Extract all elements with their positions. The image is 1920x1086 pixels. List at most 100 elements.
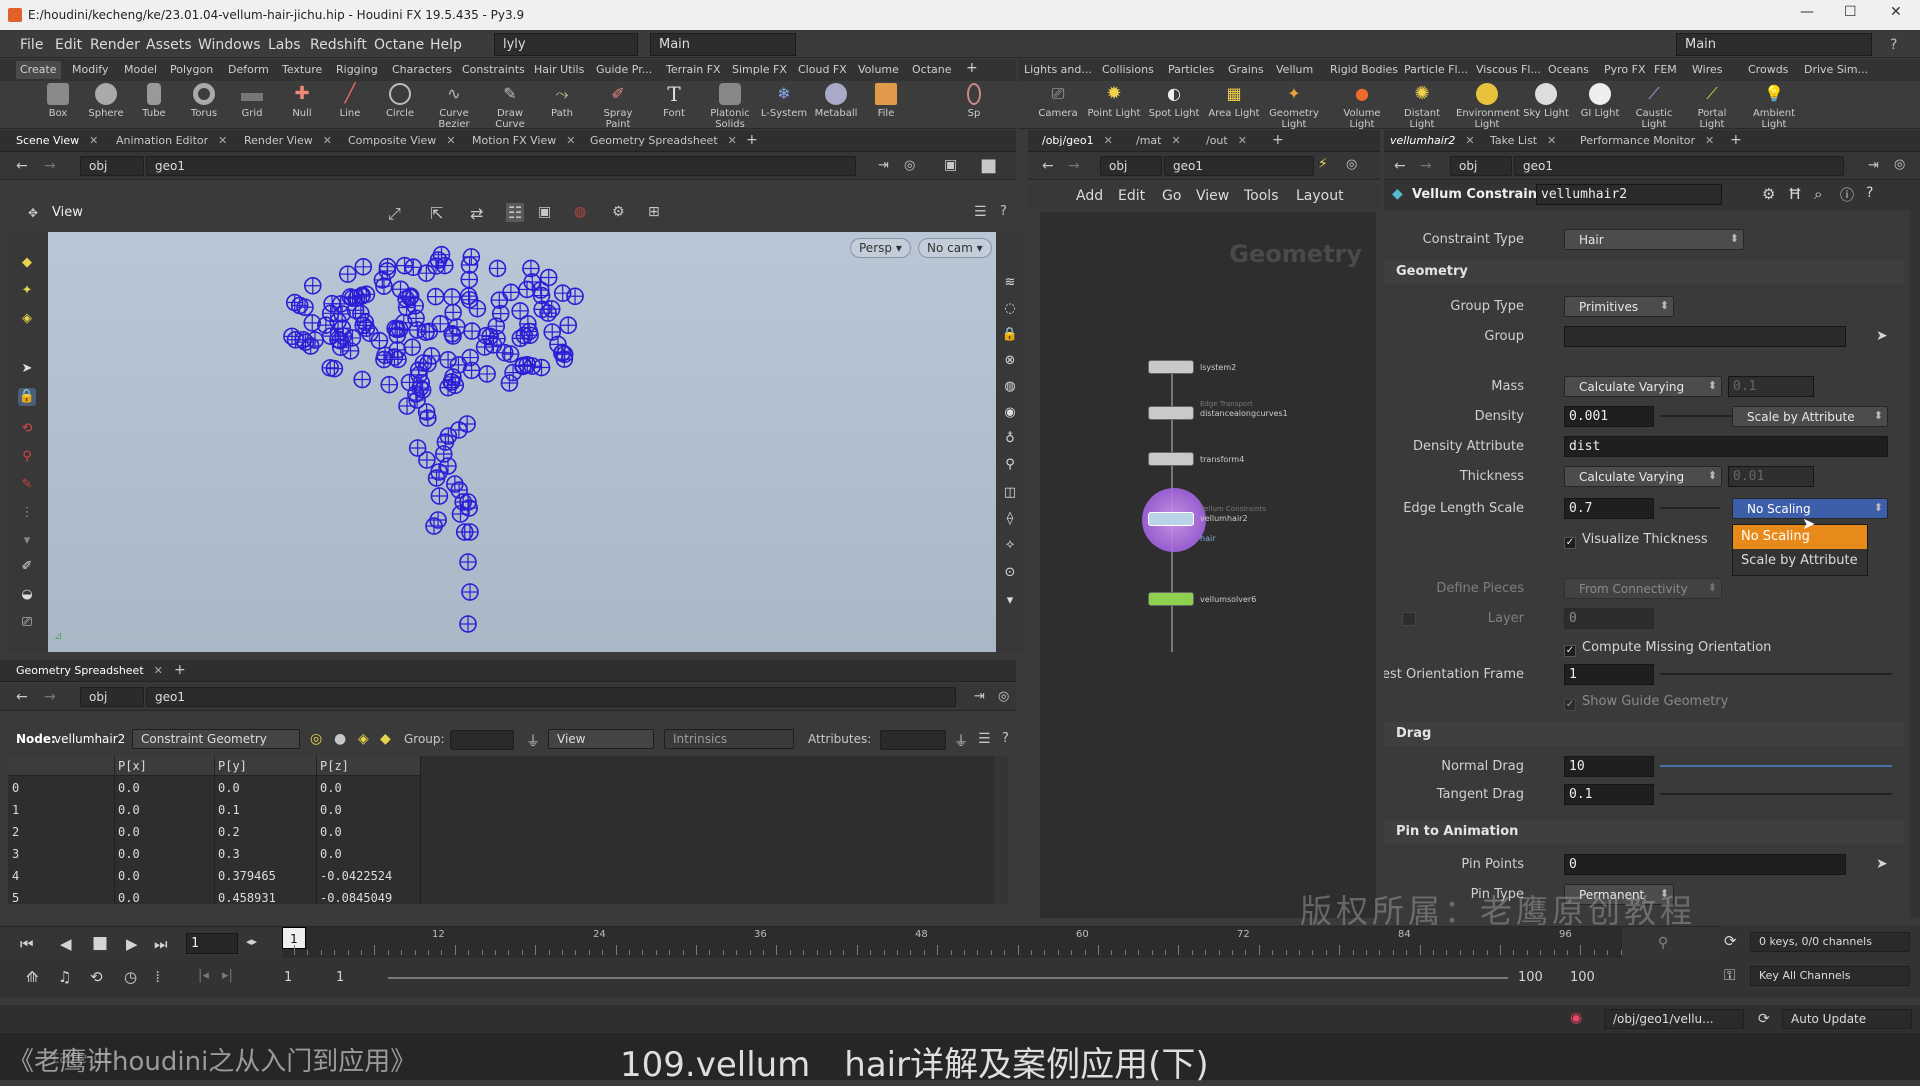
- play-reverse-icon[interactable]: ◀: [60, 935, 72, 953]
- menu-assets[interactable]: Assets: [146, 37, 192, 53]
- shelf-tab[interactable]: Texture: [282, 63, 322, 76]
- normal-drag-field[interactable]: 10: [1564, 756, 1654, 777]
- node-vellumsolver6[interactable]: [1148, 592, 1194, 606]
- fps-icon[interactable]: ◷: [124, 968, 137, 986]
- path-geo1[interactable]: geo1: [146, 156, 856, 176]
- shelf-tab[interactable]: Oceans: [1548, 63, 1589, 76]
- point-light-tool[interactable]: ✹ Point Light: [1086, 83, 1142, 119]
- tab-mat[interactable]: /mat ✕: [1136, 134, 1181, 147]
- lock-camera-icon[interactable]: 🔒: [1001, 326, 1019, 344]
- vertices-filter-icon[interactable]: ●: [334, 731, 346, 747]
- path-geo1[interactable]: geo1: [1514, 156, 1844, 176]
- back-icon[interactable]: ←: [16, 689, 28, 705]
- more-icon[interactable]: ▾: [18, 532, 36, 550]
- pin-icon[interactable]: ⇥: [974, 689, 985, 704]
- close-icon[interactable]: ✕: [1238, 134, 1247, 147]
- shelf-tab[interactable]: Guide Pr...: [596, 63, 652, 76]
- path-obj[interactable]: obj: [1100, 156, 1162, 176]
- current-frame-field[interactable]: 1: [186, 933, 238, 954]
- gi-light-tool[interactable]: GI Light: [1572, 83, 1628, 119]
- shelf-tab[interactable]: Drive Sim...: [1804, 63, 1868, 76]
- compute-orientation-checkbox[interactable]: ✓ Compute Missing Orientation: [1564, 640, 1771, 657]
- status-path[interactable]: /obj/geo1/vellu...: [1604, 1009, 1744, 1029]
- spray-paint-tool[interactable]: ✐ Spray Paint: [590, 83, 646, 130]
- forward-icon[interactable]: →: [1420, 158, 1432, 174]
- play-icon[interactable]: ▶: [126, 935, 138, 953]
- constraint-type-select[interactable]: Hair: [1564, 229, 1744, 250]
- close-button[interactable]: ✕: [1890, 4, 1902, 20]
- distant-light-tool[interactable]: ✺ Distant Light: [1394, 83, 1450, 130]
- select-mode-icon[interactable]: ☷: [506, 203, 525, 222]
- add-tab-icon[interactable]: +: [746, 132, 758, 148]
- rotate-icon[interactable]: ◈: [18, 310, 36, 328]
- maximize-pane-icon[interactable]: ■: [980, 155, 997, 176]
- pose-icon[interactable]: ⚲: [18, 448, 36, 466]
- table-row[interactable]: 5 0.0 0.458931 -0.0845049: [8, 888, 994, 910]
- handle-tool-icon[interactable]: ⟲: [18, 420, 36, 438]
- sp-tool[interactable]: Sp: [954, 83, 994, 119]
- ghost-icon[interactable]: ⊗: [1001, 352, 1019, 370]
- loop-icon[interactable]: ⟲: [90, 968, 103, 986]
- node-vellumhair2[interactable]: [1148, 512, 1194, 526]
- back-icon[interactable]: ←: [1394, 158, 1406, 174]
- layer-field[interactable]: 0: [1564, 608, 1654, 629]
- range-start[interactable]: 1: [284, 970, 292, 985]
- view-icon[interactable]: ✥: [28, 206, 38, 220]
- tab-performance-monitor[interactable]: Performance Monitor ✕: [1580, 134, 1714, 147]
- transform-icon[interactable]: ⇄: [470, 204, 483, 223]
- option-no-scaling[interactable]: No Scaling: [1733, 525, 1867, 549]
- template-icon[interactable]: ⚲: [1001, 456, 1019, 474]
- hda-icon[interactable]: Ħ: [1788, 185, 1802, 203]
- primitives-filter-icon[interactable]: ◈: [358, 731, 369, 747]
- shelf-tab[interactable]: Deform: [228, 63, 269, 76]
- menu-help[interactable]: Help: [430, 37, 462, 53]
- mass-select[interactable]: Calculate Varying: [1564, 376, 1722, 397]
- range-end[interactable]: 100: [1518, 970, 1543, 985]
- intrinsics-select[interactable]: Intrinsics: [664, 729, 794, 749]
- add-tab-icon[interactable]: +: [174, 662, 186, 678]
- metaball-tool[interactable]: Metaball: [808, 83, 864, 119]
- shelf-tab[interactable]: Grains: [1228, 63, 1264, 76]
- forward-icon[interactable]: →: [44, 158, 56, 174]
- next-key-icon[interactable]: ▸|: [222, 968, 233, 983]
- forward-icon[interactable]: →: [44, 689, 56, 705]
- shelf-tab[interactable]: Rigid Bodies: [1330, 63, 1398, 76]
- tab-take-list[interactable]: Take List ✕: [1490, 134, 1556, 147]
- shelf-tab[interactable]: Hair Utils: [534, 63, 584, 76]
- search-icon[interactable]: ⌕: [1814, 185, 1822, 203]
- shelf-tab[interactable]: Viscous Fl...: [1476, 63, 1541, 76]
- pin-icon[interactable]: ⇥: [1868, 158, 1879, 173]
- range-slider[interactable]: [388, 977, 1508, 979]
- node-name-field[interactable]: vellumhair2: [1536, 184, 1722, 205]
- jump-end-icon[interactable]: ⏭: [154, 935, 168, 953]
- tangent-drag-field[interactable]: 0.1: [1564, 784, 1654, 805]
- show-guide-checkbox[interactable]: ✓ Show Guide Geometry: [1564, 694, 1728, 711]
- link-icon[interactable]: ◎: [904, 158, 915, 173]
- close-icon[interactable]: ✕: [1465, 134, 1474, 147]
- range-icon[interactable]: ⦙: [156, 968, 159, 986]
- close-icon[interactable]: ✕: [1705, 134, 1714, 147]
- brush-icon[interactable]: ✎: [18, 476, 36, 494]
- select-arrow-icon[interactable]: ➤: [1876, 328, 1888, 344]
- scrollbar[interactable]: [994, 756, 1008, 904]
- add-tab-icon[interactable]: +: [1730, 132, 1742, 148]
- volume-light-tool[interactable]: ● Volume Light: [1334, 83, 1390, 130]
- close-icon[interactable]: ✕: [89, 134, 98, 147]
- shelf-tab[interactable]: Particles: [1168, 63, 1214, 76]
- forward-icon[interactable]: →: [1068, 158, 1080, 174]
- key-icon[interactable]: ⚲: [1658, 935, 1668, 951]
- close-icon[interactable]: ✕: [154, 664, 163, 677]
- path-geo1[interactable]: geo1: [146, 687, 956, 707]
- table-row[interactable]: 1 0.0 0.1 0.0: [8, 800, 994, 822]
- guide-icon[interactable]: ⋮: [18, 504, 36, 522]
- shelf-tab[interactable]: Model: [124, 63, 157, 76]
- view-tool-icon[interactable]: ◒: [18, 586, 36, 604]
- add-shelf-icon[interactable]: +: [966, 60, 978, 76]
- spot-light-tool[interactable]: ◐ Spot Light: [1146, 83, 1202, 119]
- shelf-tab[interactable]: Collisions: [1102, 63, 1154, 76]
- font-tool[interactable]: T Font: [646, 83, 702, 119]
- columns-icon[interactable]: ☰: [978, 731, 991, 747]
- path-obj[interactable]: obj: [80, 156, 144, 176]
- grid-tool[interactable]: Grid: [224, 83, 280, 119]
- shelf-tab[interactable]: Particle Fl...: [1404, 63, 1468, 76]
